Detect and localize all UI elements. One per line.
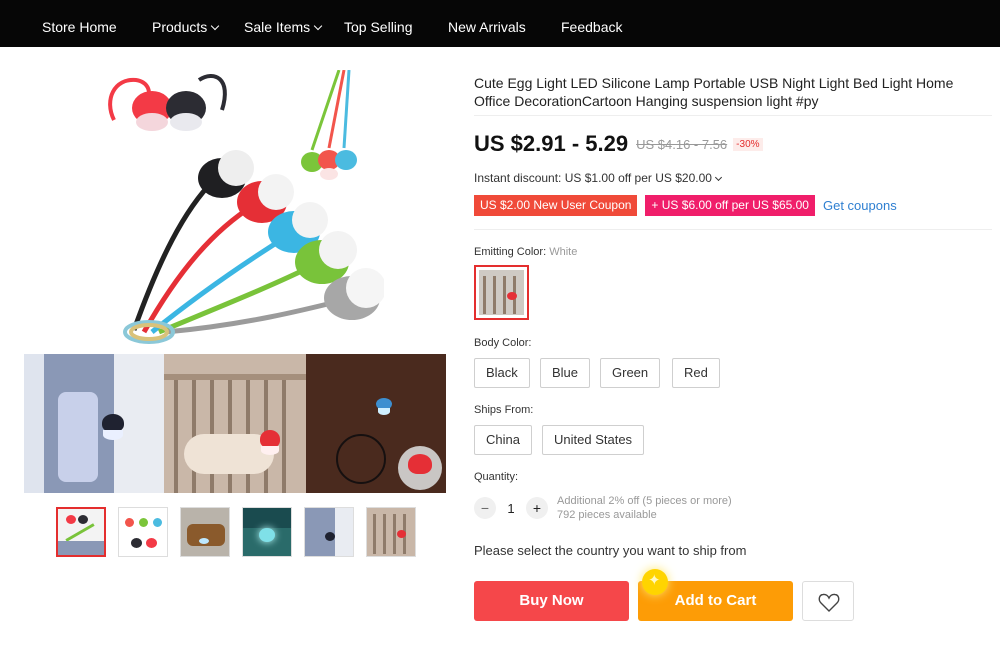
nav-new-arrivals[interactable]: New Arrivals xyxy=(448,0,526,47)
body-color-green[interactable]: Green xyxy=(600,358,661,388)
discount-badge: -30% xyxy=(733,137,763,151)
body-color-black[interactable]: Black xyxy=(474,358,530,388)
chevron-down-icon xyxy=(211,21,220,31)
ships-from-china[interactable]: China xyxy=(474,425,532,455)
thumbnail-2[interactable] xyxy=(118,507,168,557)
quantity-stepper: − 1 + xyxy=(474,497,548,519)
nav-feedback[interactable]: Feedback xyxy=(561,0,622,47)
thumbnail-6[interactable] xyxy=(366,507,416,557)
chevron-down-icon xyxy=(313,21,323,31)
product-lifestyle-strip xyxy=(24,354,446,493)
heart-icon xyxy=(818,593,840,612)
thumbnail-strip xyxy=(56,507,416,557)
thumbnail-5[interactable] xyxy=(304,507,354,557)
chevron-down-icon xyxy=(714,173,722,182)
store-coupon[interactable]: + US $6.00 off per US $65.00 xyxy=(645,195,815,216)
sparkle-icon xyxy=(642,569,668,595)
body-color-red[interactable]: Red xyxy=(672,358,720,388)
main-product-image[interactable] xyxy=(104,70,384,354)
thumbnail-3[interactable] xyxy=(180,507,230,557)
stock-available: 792 pieces available xyxy=(557,509,657,521)
store-nav-bar: Store Home Products Sale Items Top Selli… xyxy=(0,0,1000,47)
ship-country-message: Please select the country you want to sh… xyxy=(474,543,747,558)
price-row: US $2.91 - 5.29 US $4.16 - 7.56 -30% xyxy=(474,131,763,157)
instant-discount-text: Instant discount: US $1.00 off per US $2… xyxy=(474,171,712,185)
get-coupons-link[interactable]: Get coupons xyxy=(823,198,897,213)
thumbnail-4[interactable] xyxy=(242,507,292,557)
divider xyxy=(474,115,992,116)
buy-now-button[interactable]: Buy Now xyxy=(474,581,629,621)
original-price: US $4.16 - 7.56 xyxy=(636,136,728,152)
nav-top-selling[interactable]: Top Selling xyxy=(344,0,413,47)
thumbnail-1[interactable] xyxy=(56,507,106,557)
quantity-label: Quantity: xyxy=(474,471,519,483)
product-title: Cute Egg Light LED Silicone Lamp Portabl… xyxy=(474,75,954,109)
bulk-discount-note: Additional 2% off (5 pieces or more) xyxy=(557,495,732,507)
nav-products[interactable]: Products xyxy=(152,0,220,47)
sale-price: US $2.91 - 5.29 xyxy=(474,131,629,156)
swatch-image xyxy=(479,270,524,315)
new-user-coupon[interactable]: US $2.00 New User Coupon xyxy=(474,195,638,216)
coupons-row: US $2.00 New User Coupon + US $6.00 off … xyxy=(474,195,897,216)
wishlist-button[interactable] xyxy=(802,581,854,621)
nav-store-home[interactable]: Store Home xyxy=(42,0,117,47)
body-color-blue[interactable]: Blue xyxy=(540,358,591,388)
product-gallery xyxy=(24,70,446,493)
lifestyle-image-crib xyxy=(164,354,306,493)
nav-sale-items[interactable]: Sale Items xyxy=(244,0,323,47)
emitting-color-value: White xyxy=(549,246,578,258)
body-color-label: Body Color: xyxy=(474,337,532,349)
lifestyle-image-bike xyxy=(306,354,446,493)
quantity-increase-button[interactable]: + xyxy=(526,497,548,519)
quantity-input[interactable]: 1 xyxy=(496,501,526,516)
lifestyle-image-closet xyxy=(24,354,164,493)
ships-from-united-states[interactable]: United States xyxy=(542,425,645,455)
emitting-color-label: Emitting Color: White xyxy=(474,246,578,258)
ships-from-label: Ships From: xyxy=(474,404,534,416)
instant-discount-toggle[interactable]: Instant discount: US $1.00 off per US $2… xyxy=(474,171,722,185)
quantity-decrease-button[interactable]: − xyxy=(474,497,496,519)
divider xyxy=(474,229,992,230)
emitting-color-swatch-white[interactable] xyxy=(474,265,529,320)
quantity-info: Additional 2% off (5 pieces or more) 792… xyxy=(557,494,732,522)
